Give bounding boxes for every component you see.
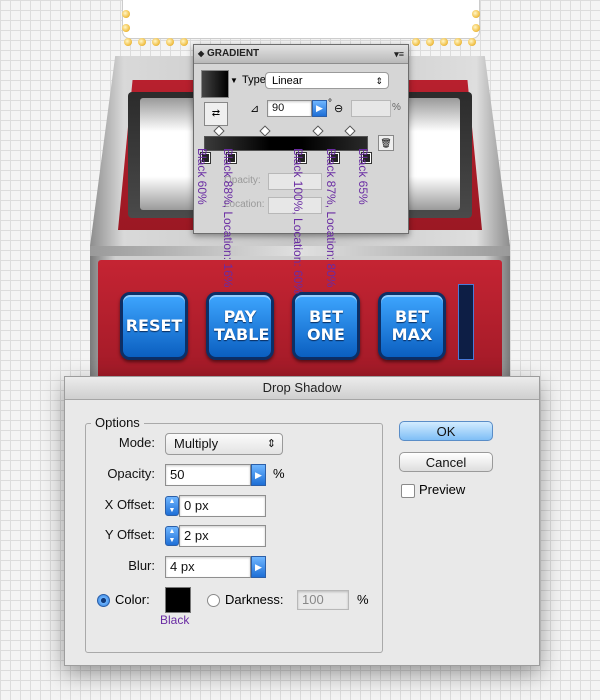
dialog-titlebar[interactable]: Drop Shadow [65, 377, 539, 400]
midpoint-diamond[interactable] [213, 125, 225, 137]
angle-dropdown-button[interactable]: ▶ [312, 100, 327, 117]
gradient-type-value: Linear [272, 75, 303, 87]
bet-max-button: BET MAX [378, 292, 446, 360]
x-offset-label: X Offset: [104, 497, 155, 512]
darkness-input: 100 [297, 590, 349, 610]
cancel-button[interactable]: Cancel [399, 452, 493, 472]
angle-icon: ⊿ [250, 103, 260, 115]
opacity-input[interactable]: 50 [165, 464, 251, 486]
preview-label: Preview [419, 482, 466, 497]
bet-max-button-label: BET MAX [391, 307, 433, 344]
gradient-panel-title: GRADIENT [206, 48, 260, 59]
ok-button[interactable]: OK [399, 421, 493, 441]
darkness-label: Darkness: [225, 592, 284, 607]
opacity-slider-button[interactable]: ▶ [251, 464, 266, 486]
pay-table-button: PAY TABLE [206, 292, 274, 360]
mode-label: Mode: [118, 435, 155, 450]
color-radio[interactable] [97, 594, 110, 607]
panel-menu-icon[interactable]: ▾≡ [394, 45, 404, 63]
stop-annotation: Black 87%, Location: 80% [324, 148, 338, 288]
pay-table-button-label: PAY TABLE [214, 307, 270, 344]
gradient-panel-titlebar[interactable]: ◆ GRADIENT ▾≡ [194, 45, 408, 64]
mode-select[interactable]: Multiply ⇕ [165, 433, 283, 455]
reverse-gradient-icon[interactable]: ⇄ [204, 102, 228, 126]
aspect-ratio-icon: ⊖ [334, 103, 344, 115]
angle-input[interactable]: 90 [267, 100, 312, 117]
swatch-dropdown-icon[interactable]: ▼ [230, 76, 238, 85]
midpoint-diamond[interactable] [312, 125, 324, 137]
slot-machine-sign [122, 0, 480, 39]
x-offset-input[interactable]: 0 px [179, 495, 266, 517]
blur-slider-button[interactable]: ▶ [251, 556, 266, 578]
panel-collapse-icon[interactable]: ◆ [194, 49, 204, 58]
select-arrows-icon: ⇕ [266, 438, 276, 450]
darkness-unit: % [357, 592, 369, 607]
mode-value: Multiply [174, 436, 219, 451]
bet-one-button-label: BET ONE [307, 307, 345, 344]
stop-annotation: Black 60% [195, 148, 209, 205]
color-swatch[interactable] [165, 587, 191, 613]
y-offset-label: Y Offset: [104, 527, 155, 542]
color-annotation: Black [160, 613, 190, 627]
x-offset-stepper[interactable]: ▲ ▼ [165, 496, 179, 516]
selected-lever-shape[interactable] [458, 284, 474, 360]
options-legend: Options [91, 415, 144, 430]
color-label: Color: [115, 592, 150, 607]
blur-label: Blur: [128, 558, 155, 573]
darkness-radio[interactable] [207, 594, 220, 607]
y-offset-input[interactable]: 2 px [179, 525, 266, 547]
aspect-ratio-input [351, 100, 391, 117]
midpoint-diamond[interactable] [259, 125, 271, 137]
blur-input[interactable]: 4 px [165, 556, 251, 578]
degree-symbol: ° [328, 98, 332, 109]
type-label: Type [242, 74, 266, 86]
midpoint-diamond[interactable] [344, 125, 356, 137]
opacity-unit: % [273, 466, 285, 481]
drop-shadow-dialog: Drop Shadow Options Mode: Multiply ⇕ Opa… [64, 376, 540, 666]
select-arrows-icon: ⇕ [375, 76, 383, 86]
preview-checkbox[interactable] [401, 484, 415, 498]
aspect-unit: % [392, 102, 401, 113]
gradient-type-select[interactable]: Linear ⇕ [265, 72, 389, 89]
gradient-swatch[interactable] [201, 70, 229, 98]
delete-stop-icon[interactable]: 🗑 [378, 135, 394, 151]
reset-button-label: RESET [125, 316, 183, 335]
bet-one-button: BET ONE [292, 292, 360, 360]
reset-button: RESET [120, 292, 188, 360]
y-offset-stepper[interactable]: ▲ ▼ [165, 526, 179, 546]
stop-annotation: Black 100%, Location: 60% [291, 148, 305, 295]
stop-annotation: Black 65% [356, 148, 370, 205]
stop-annotation: Black 88%, Location: 16% [221, 148, 235, 288]
opacity-label: Opacity: [107, 466, 155, 481]
